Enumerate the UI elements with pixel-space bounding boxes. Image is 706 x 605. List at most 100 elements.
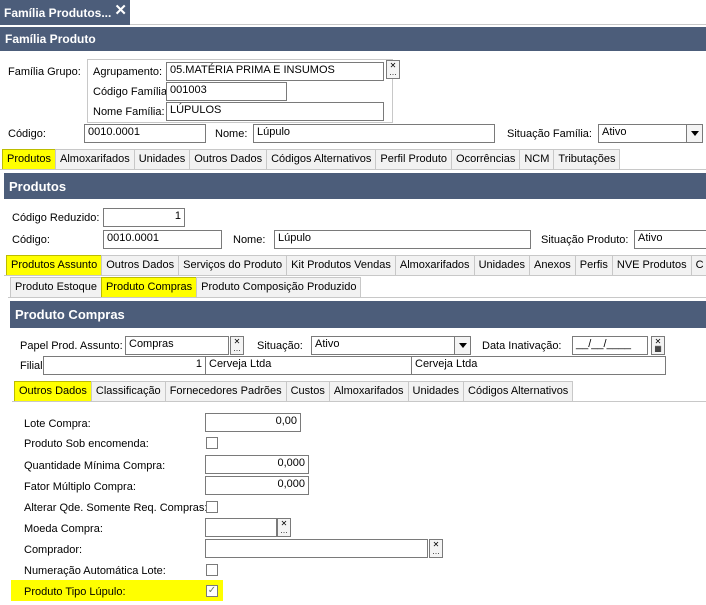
tipo-lupulo-checkbox[interactable]: ✓ <box>206 585 218 597</box>
situacao-produto-label: Situação Produto: <box>541 234 629 246</box>
familia-nome-label: Nome: <box>215 128 248 140</box>
nome-familia-label: Nome Família: <box>93 106 165 118</box>
tab-compras-almoxarifados[interactable]: Almoxarifados <box>328 381 409 401</box>
filial-code-field[interactable]: 1 <box>43 356 206 375</box>
tab-produtos-assunto[interactable]: Produtos Assunto <box>6 255 103 275</box>
document-tab[interactable]: Família Produtos... ✕ <box>0 0 130 25</box>
moeda-lookup-button[interactable]: ✕… <box>277 518 291 537</box>
codigo-familia-label: Código Família: <box>93 86 171 98</box>
tab-codigos-alternativos[interactable]: Códigos Alternativos <box>266 149 377 169</box>
produto-nome-field[interactable]: Lúpulo <box>274 230 531 249</box>
tab-produto-composicao[interactable]: Produto Composição Produzido <box>196 277 362 297</box>
papel-lookup-button[interactable]: ✕… <box>230 336 244 355</box>
fator-label: Fator Múltiplo Compra: <box>24 481 136 493</box>
moeda-field[interactable] <box>205 518 277 537</box>
comprador-label: Comprador: <box>24 544 83 556</box>
document-tab-strip: Família Produtos... ✕ <box>0 0 706 25</box>
situacao-familia-select[interactable]: Ativo <box>598 124 703 143</box>
situacao-produto-select[interactable]: Ativo <box>634 230 706 249</box>
agrupamento-label: Agrupamento: <box>93 66 163 78</box>
familia-tabs: Produtos Almoxarifados Unidades Outros D… <box>2 149 621 169</box>
tab-ncm[interactable]: NCM <box>519 149 555 169</box>
chevron-down-icon[interactable] <box>454 337 470 354</box>
filial-name-field: Cerveja Ltda <box>205 356 412 375</box>
numeracao-checkbox[interactable] <box>206 564 218 576</box>
close-icon[interactable]: ✕ <box>114 1 127 19</box>
agrupamento-field[interactable]: 05.MATÉRIA PRIMA E INSUMOS <box>166 62 384 81</box>
produtos-header: Produtos <box>4 173 706 199</box>
familia-codigo-field[interactable]: 0010.0001 <box>84 124 206 143</box>
tab-unidades[interactable]: Unidades <box>133 149 191 169</box>
tab-overflow[interactable]: C <box>690 255 706 275</box>
tab-produto-estoque[interactable]: Produto Estoque <box>10 277 102 297</box>
tab-anexos[interactable]: Anexos <box>529 255 576 275</box>
tab-almoxarifados[interactable]: Almoxarifados <box>55 149 135 169</box>
agrupamento-lookup-button[interactable]: ✕… <box>386 60 400 79</box>
tab-tributacoes[interactable]: Tributações <box>553 149 621 169</box>
tab-compras-codigos-alternativos[interactable]: Códigos Alternativos <box>463 381 574 401</box>
assunto-tabs-baseline <box>8 297 706 298</box>
tab-nve-produtos[interactable]: NVE Produtos <box>611 255 692 275</box>
papel-field[interactable]: Compras <box>125 336 229 355</box>
tab-kit-produtos-vendas[interactable]: Kit Produtos Vendas <box>286 255 396 275</box>
qtd-minima-label: Quantidade Mínima Compra: <box>24 460 166 472</box>
familia-codigo-label: Código: <box>8 128 46 140</box>
sob-encomenda-label: Produto Sob encomenda: <box>24 438 149 450</box>
calendar-icon[interactable]: ✕ ▦ <box>651 336 665 355</box>
familia-header-title: Família Produto <box>5 32 96 46</box>
tab-custos[interactable]: Custos <box>285 381 330 401</box>
compras-tabs-baseline <box>12 401 706 402</box>
tab-produto-almoxarifados[interactable]: Almoxarifados <box>394 255 475 275</box>
lote-compra-label: Lote Compra: <box>24 418 91 430</box>
tipo-lupulo-label: Produto Tipo Lúpulo: <box>24 586 126 598</box>
produto-codigo-field[interactable]: 0010.0001 <box>103 230 222 249</box>
qtd-minima-field[interactable]: 0,000 <box>205 455 309 474</box>
compras-situacao-value: Ativo <box>315 338 340 350</box>
document-tab-title: Família Produtos... <box>4 6 112 20</box>
codigo-reduzido-label: Código Reduzido: <box>12 212 100 224</box>
tab-fornecedores-padroes[interactable]: Fornecedores Padrões <box>164 381 287 401</box>
produtos-header-title: Produtos <box>9 178 67 194</box>
nome-familia-field[interactable]: LÚPULOS <box>166 102 384 121</box>
tab-ocorrencias[interactable]: Ocorrências <box>451 149 521 169</box>
produto-tabs: Produtos Assunto Outros Dados Serviços d… <box>6 255 706 275</box>
familia-header: Família Produto <box>0 27 706 51</box>
tab-compras-unidades[interactable]: Unidades <box>407 381 465 401</box>
comprador-lookup-button[interactable]: ✕… <box>429 539 443 558</box>
tab-compras-outros-dados[interactable]: Outros Dados <box>14 381 92 401</box>
sob-encomenda-checkbox[interactable] <box>206 437 218 449</box>
situacao-familia-value: Ativo <box>602 126 627 138</box>
tab-perfil-produto[interactable]: Perfil Produto <box>375 149 453 169</box>
fator-field[interactable]: 0,000 <box>205 476 309 495</box>
numeracao-label: Numeração Automática Lote: <box>24 565 166 577</box>
comprador-field[interactable] <box>205 539 428 558</box>
familia-nome-field[interactable]: Lúpulo <box>253 124 495 143</box>
compras-situacao-select[interactable]: Ativo <box>311 336 471 355</box>
produto-codigo-label: Código: <box>12 234 50 246</box>
tab-produto-compras[interactable]: Produto Compras <box>100 277 198 297</box>
lote-compra-field[interactable]: 0,00 <box>205 413 301 432</box>
codigo-reduzido-field[interactable]: 1 <box>103 208 185 227</box>
compras-tabs: Outros Dados Classificação Fornecedores … <box>14 381 574 401</box>
situacao-familia-label: Situação Família: <box>507 128 592 140</box>
compras-situacao-label: Situação: <box>257 340 303 352</box>
chevron-down-icon[interactable] <box>686 125 702 142</box>
produto-tabs-baseline <box>4 275 706 276</box>
tab-produto-outros-dados[interactable]: Outros Dados <box>101 255 180 275</box>
data-inativacao-label: Data Inativação: <box>482 340 562 352</box>
tab-servicos-produto[interactable]: Serviços do Produto <box>178 255 288 275</box>
assunto-tabs: Produto Estoque Produto Compras Produto … <box>10 277 362 297</box>
tab-produtos[interactable]: Produtos <box>2 149 57 169</box>
tab-produto-unidades[interactable]: Unidades <box>473 255 531 275</box>
alterar-checkbox[interactable] <box>206 501 218 513</box>
tab-classificacao[interactable]: Classificação <box>90 381 166 401</box>
compras-header: Produto Compras <box>10 301 706 328</box>
codigo-familia-field[interactable]: 001003 <box>166 82 287 101</box>
filial-name2-field: Cerveja Ltda <box>411 356 666 375</box>
tab-perfis[interactable]: Perfis <box>574 255 613 275</box>
familia-grupo-label: Família Grupo: <box>8 66 81 78</box>
compras-header-title: Produto Compras <box>15 307 125 322</box>
tab-outros-dados[interactable]: Outros Dados <box>189 149 268 169</box>
produto-nome-label: Nome: <box>233 234 266 246</box>
data-inativacao-field[interactable]: __/__/____ <box>572 336 648 355</box>
